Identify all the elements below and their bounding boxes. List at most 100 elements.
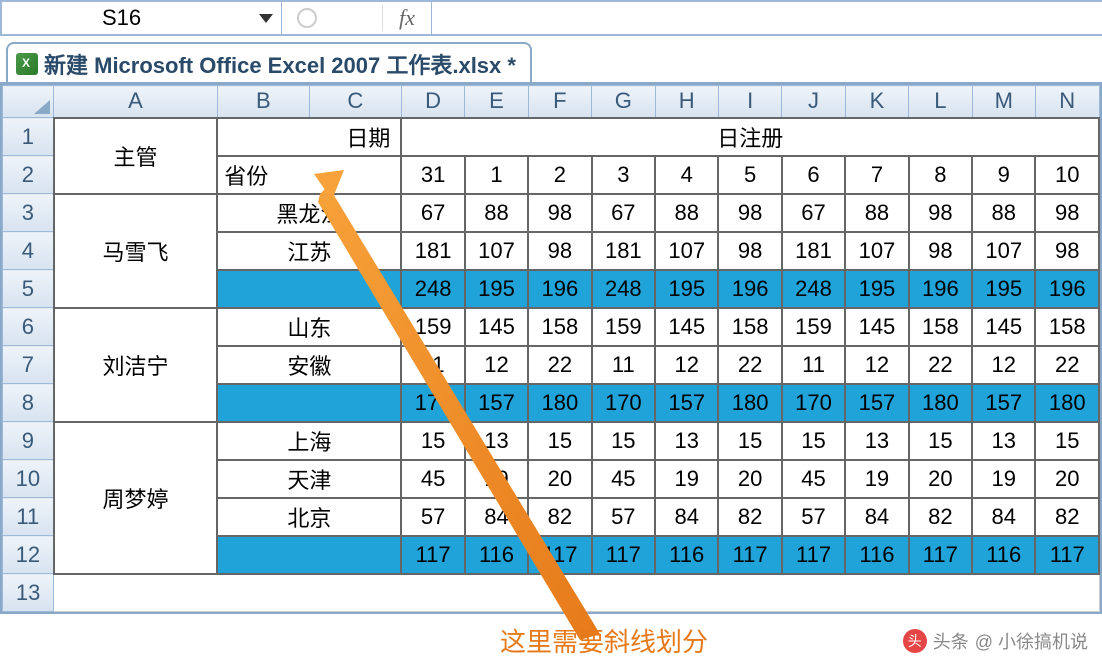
cell[interactable]: 1	[465, 156, 528, 194]
cell[interactable]: 15	[782, 422, 845, 460]
cell[interactable]: 12	[972, 346, 1035, 384]
cell[interactable]: 157	[465, 384, 528, 422]
cell[interactable]: 98	[718, 194, 781, 232]
cell[interactable]: 黑龙江	[217, 194, 401, 232]
cell[interactable]: 13	[465, 422, 528, 460]
select-all-corner[interactable]	[3, 86, 54, 118]
row-header[interactable]: 3	[3, 194, 54, 232]
cell[interactable]: 82	[528, 498, 591, 536]
cell[interactable]: 安徽	[217, 346, 401, 384]
cell[interactable]: 116	[655, 536, 718, 574]
cell[interactable]: 170	[782, 384, 845, 422]
cell[interactable]: 8	[909, 156, 972, 194]
cell[interactable]: 158	[528, 308, 591, 346]
cell[interactable]: 22	[718, 346, 781, 384]
cell[interactable]: 180	[909, 384, 972, 422]
col-header[interactable]: E	[465, 86, 528, 118]
cell[interactable]: 15	[718, 422, 781, 460]
cell[interactable]: 19	[465, 460, 528, 498]
cell[interactable]: 马雪飞	[54, 194, 218, 308]
cell[interactable]: 15	[909, 422, 972, 460]
fx-icon[interactable]: fx	[382, 5, 431, 31]
cell[interactable]: 山东	[217, 308, 401, 346]
cell[interactable]: 12	[655, 346, 718, 384]
cell[interactable]: 180	[1035, 384, 1099, 422]
cell[interactable]: 117	[592, 536, 655, 574]
chevron-down-icon[interactable]	[259, 14, 273, 23]
cell[interactable]: 88	[845, 194, 908, 232]
cell[interactable]: 88	[655, 194, 718, 232]
cell[interactable]: 45	[401, 460, 464, 498]
cell[interactable]: 67	[592, 194, 655, 232]
cell[interactable]: 22	[528, 346, 591, 384]
cell[interactable]: 7	[845, 156, 908, 194]
cell[interactable]: 98	[909, 194, 972, 232]
row-header[interactable]: 4	[3, 232, 54, 270]
cell[interactable]: 周梦婷	[54, 422, 218, 574]
cell[interactable]: 4	[655, 156, 718, 194]
cell[interactable]: 2	[528, 156, 591, 194]
cell[interactable]: 117	[528, 536, 591, 574]
cell[interactable]: 98	[1035, 194, 1099, 232]
cell[interactable]: 67	[401, 194, 464, 232]
cell[interactable]: 181	[782, 232, 845, 270]
col-header[interactable]: C	[309, 86, 401, 118]
cell[interactable]: 45	[592, 460, 655, 498]
cell[interactable]: 天津	[217, 460, 401, 498]
cell[interactable]: 158	[909, 308, 972, 346]
col-header[interactable]: H	[655, 86, 718, 118]
col-header[interactable]: N	[1035, 86, 1099, 118]
cell[interactable]: 170	[592, 384, 655, 422]
cell[interactable]: 9	[972, 156, 1035, 194]
cell[interactable]: 11	[782, 346, 845, 384]
row-header[interactable]: 5	[3, 270, 54, 308]
cell[interactable]: 158	[718, 308, 781, 346]
cell[interactable]: 195	[845, 270, 908, 308]
cell[interactable]: 日注册	[401, 118, 1099, 156]
row-header[interactable]: 10	[3, 460, 54, 498]
cell[interactable]: 107	[655, 232, 718, 270]
cell[interactable]: 159	[782, 308, 845, 346]
cell[interactable]: 195	[465, 270, 528, 308]
cell[interactable]: 145	[845, 308, 908, 346]
cell[interactable]: 5	[718, 156, 781, 194]
cell[interactable]: 196	[528, 270, 591, 308]
cell[interactable]: 84	[845, 498, 908, 536]
cell[interactable]: 84	[655, 498, 718, 536]
col-header[interactable]: M	[972, 86, 1035, 118]
row-header[interactable]: 1	[3, 118, 54, 156]
cancel-icon[interactable]	[282, 2, 332, 34]
cell[interactable]: 82	[909, 498, 972, 536]
row-header[interactable]: 8	[3, 384, 54, 422]
cell[interactable]: 主管	[54, 118, 218, 194]
cell[interactable]: 省份	[217, 156, 401, 194]
cell[interactable]: 22	[909, 346, 972, 384]
cell[interactable]: 13	[845, 422, 908, 460]
cell[interactable]: 196	[718, 270, 781, 308]
document-tab[interactable]: 新建 Microsoft Office Excel 2007 工作表.xlsx …	[6, 42, 532, 82]
cell[interactable]: 88	[972, 194, 1035, 232]
col-header[interactable]: B	[217, 86, 309, 118]
cell[interactable]: 20	[909, 460, 972, 498]
cell[interactable]: 181	[592, 232, 655, 270]
cell[interactable]: 15	[528, 422, 591, 460]
cell[interactable]: 116	[465, 536, 528, 574]
cell[interactable]: 248	[592, 270, 655, 308]
cell[interactable]: 107	[972, 232, 1035, 270]
cell[interactable]: 196	[1035, 270, 1099, 308]
cell[interactable]: 88	[465, 194, 528, 232]
cell[interactable]: 11	[401, 346, 464, 384]
cell[interactable]: 57	[592, 498, 655, 536]
cell[interactable]	[54, 574, 1099, 612]
col-header[interactable]: G	[592, 86, 655, 118]
cell[interactable]: 145	[972, 308, 1035, 346]
cell[interactable]: 116	[972, 536, 1035, 574]
row-header[interactable]: 12	[3, 536, 54, 574]
cell[interactable]: 159	[592, 308, 655, 346]
cell[interactable]: 15	[1035, 422, 1099, 460]
cell[interactable]: 159	[401, 308, 464, 346]
cell[interactable]: 20	[528, 460, 591, 498]
cell[interactable]: 195	[972, 270, 1035, 308]
row-header[interactable]: 2	[3, 156, 54, 194]
cell[interactable]: 145	[655, 308, 718, 346]
